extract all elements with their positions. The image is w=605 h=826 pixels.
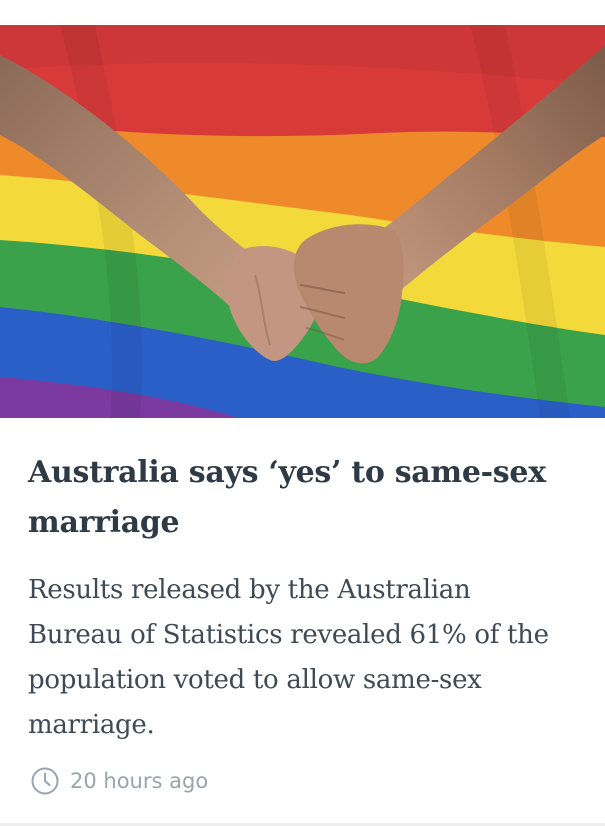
article-summary: Results released by the Australian Burea…: [28, 575, 549, 740]
clock-icon: [31, 767, 59, 795]
hands-holding-over-rainbow-flag-image: [0, 25, 605, 418]
article-timestamp: 20 hours ago: [70, 769, 209, 793]
article-headline[interactable]: Australia says ‘yes’ to same-sex marriag…: [28, 448, 548, 548]
article-meta: 20 hours ago: [30, 764, 208, 798]
news-card[interactable]: Australia says ‘yes’ to same-sex marriag…: [0, 0, 605, 826]
article-image[interactable]: [0, 25, 605, 418]
